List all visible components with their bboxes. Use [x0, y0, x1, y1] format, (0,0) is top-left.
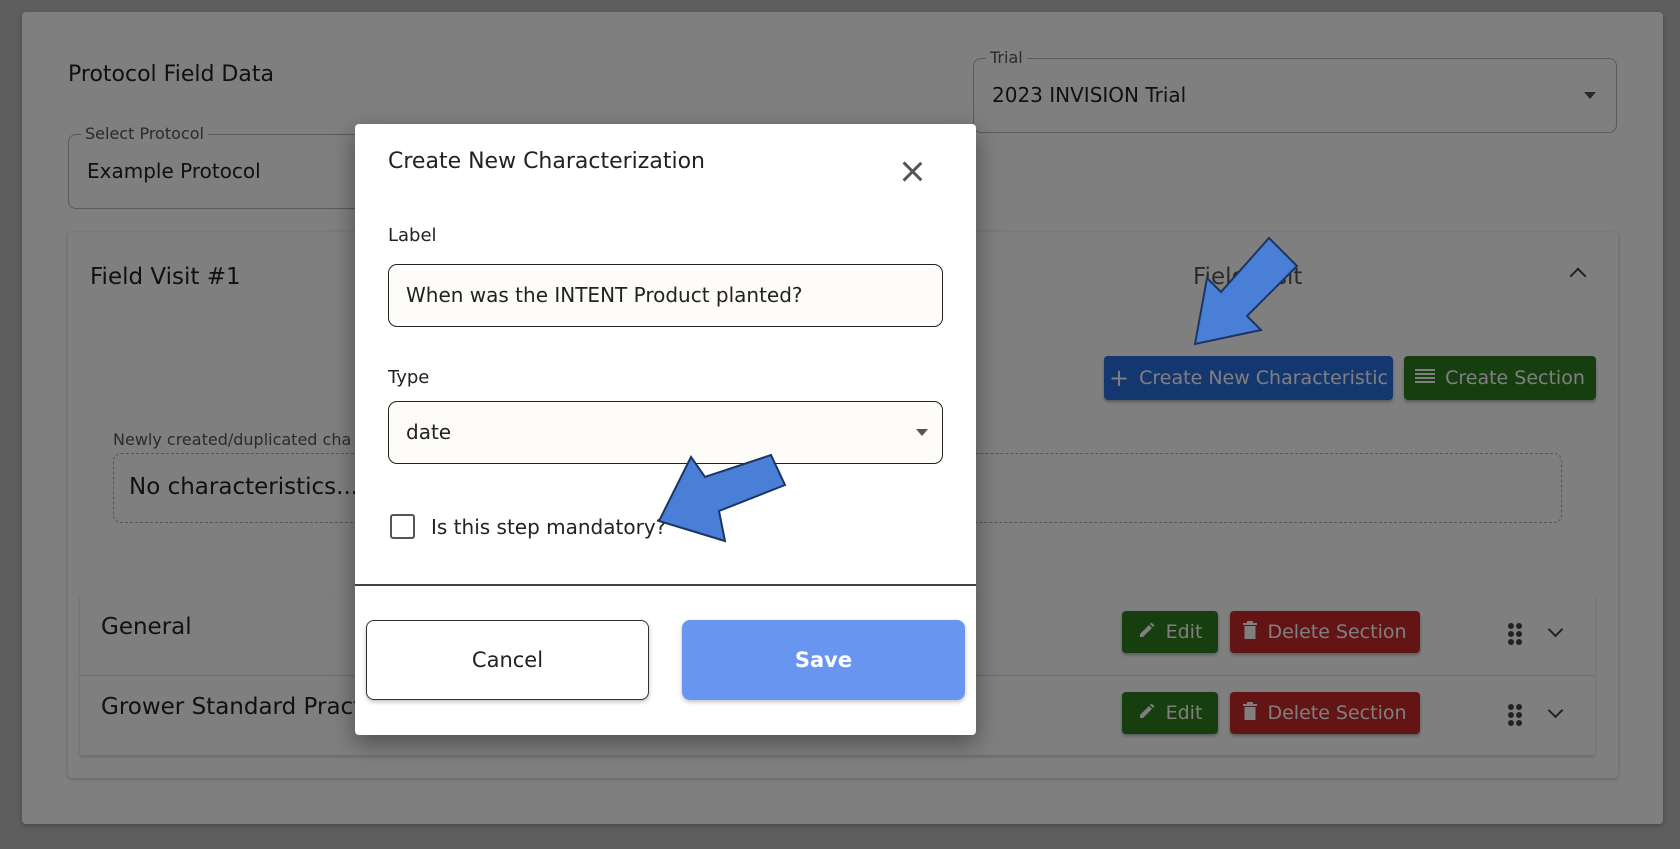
dialog-divider [355, 584, 976, 586]
dropdown-arrow-icon [916, 429, 928, 436]
create-characterization-dialog: Create New Characterization Label When w… [355, 124, 976, 735]
close-icon[interactable] [901, 160, 923, 182]
label-field-label: Label [388, 225, 437, 246]
mandatory-checkbox-label[interactable]: Is this step mandatory? [431, 515, 666, 539]
label-input-value: When was the INTENT Product planted? [406, 283, 803, 307]
save-button[interactable]: Save [682, 620, 965, 700]
annotation-arrow-icon [1193, 236, 1299, 346]
mandatory-checkbox[interactable] [390, 514, 415, 539]
type-select-value: date [406, 420, 452, 444]
type-field-label: Type [388, 367, 430, 388]
dialog-title: Create New Characterization [388, 149, 705, 174]
label-input[interactable]: When was the INTENT Product planted? [388, 264, 943, 327]
cancel-button[interactable]: Cancel [366, 620, 649, 700]
annotation-arrow-icon [657, 453, 787, 543]
